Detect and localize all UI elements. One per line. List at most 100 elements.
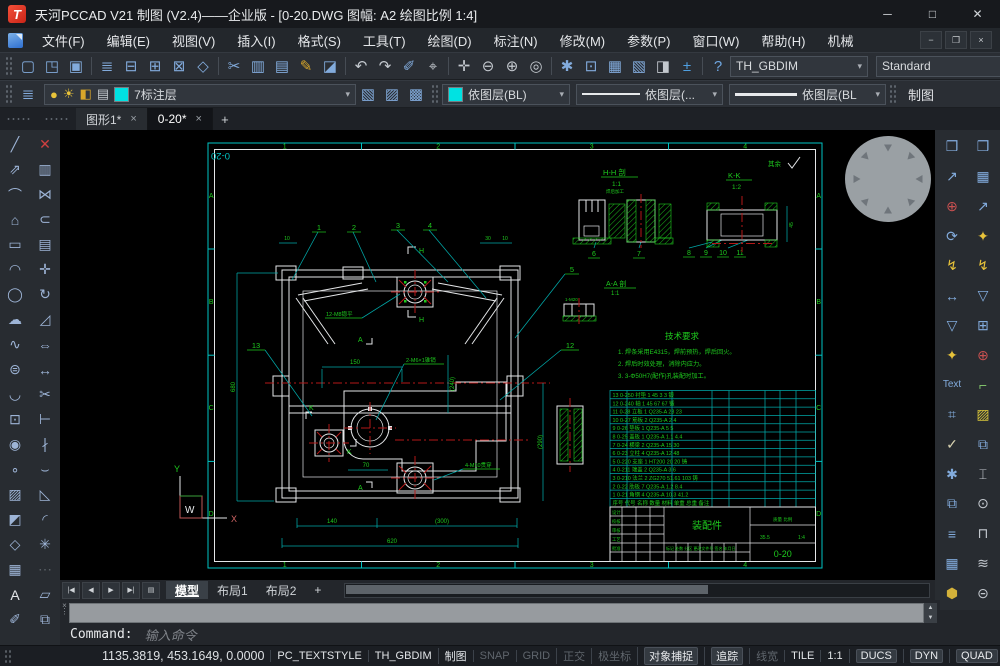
layer-previous-icon[interactable]: ▨ <box>380 82 404 106</box>
command-history[interactable] <box>69 603 924 623</box>
section-symbol-icon[interactable]: ⌗ <box>938 400 966 430</box>
color-picker-icon[interactable]: ✐ <box>397 54 421 78</box>
arc-3point-tool[interactable]: ◠ <box>2 257 28 282</box>
iso-blocks-icon[interactable]: ⬢ <box>938 578 966 608</box>
smart-wand-icon[interactable]: ✦ <box>938 340 966 370</box>
table-grid-icon[interactable]: ▦ <box>969 162 997 192</box>
save-file-icon[interactable]: ▣ <box>64 54 88 78</box>
navigation-wheel[interactable] <box>845 136 931 222</box>
cut-icon[interactable]: ✂ <box>222 54 246 78</box>
tolerance-pm-icon[interactable]: ± <box>675 54 699 78</box>
erase-tool[interactable]: ✕ <box>32 132 58 157</box>
lightning-dim-icon[interactable]: ↯ <box>969 251 997 281</box>
toggle-lineweight[interactable]: 线宽 <box>749 648 784 664</box>
menu-item[interactable]: 窗口(W) <box>681 31 750 50</box>
trim-tool[interactable]: ✂ <box>32 382 58 407</box>
format-painter-icon[interactable]: ✎ <box>294 54 318 78</box>
pan-icon[interactable]: ✛ <box>452 54 476 78</box>
block-editor-tool[interactable]: ⧉ <box>32 607 58 632</box>
table-tool[interactable]: ▦ <box>2 557 28 582</box>
tab-drawing1[interactable]: 图形1* × <box>76 108 148 130</box>
zoom-out-icon[interactable]: ⊖ <box>476 54 500 78</box>
rotate-tool[interactable]: ↻ <box>32 282 58 307</box>
new-document-tab-button[interactable]: + <box>213 108 237 130</box>
color-combo[interactable]: 依图层(BL) ▾ <box>442 84 570 105</box>
zoom-window-icon[interactable]: ⊕ <box>500 54 524 78</box>
select-window-icon[interactable]: ⌖ <box>421 54 445 78</box>
toolbar-separator[interactable] <box>702 57 703 75</box>
layer-combo[interactable]: ● ☀ ◧ ▤ 7标注层 ▾ <box>44 84 356 105</box>
revision-cloud-tool[interactable]: ☁ <box>2 307 28 332</box>
text-style-combo[interactable]: Standard <box>876 56 1000 77</box>
tab-layout1[interactable]: 布局1 <box>208 581 257 599</box>
sheet-list-button[interactable]: ▤ <box>142 582 160 599</box>
chamfer-tool[interactable]: ◺ <box>32 482 58 507</box>
menu-item[interactable]: 文件(F) <box>31 31 96 50</box>
donut-tool[interactable]: ◉ <box>2 432 28 457</box>
help-icon[interactable]: ? <box>706 54 730 78</box>
dim-style-combo[interactable]: TH_GBDIM ▾ <box>730 56 868 77</box>
toolbar-grip[interactable] <box>431 84 439 104</box>
toggle-grid[interactable]: GRID <box>516 650 557 662</box>
toggle-ortho[interactable]: 正交 <box>556 648 591 664</box>
leader-icon[interactable]: ↗ <box>938 162 966 192</box>
quick-select-icon[interactable]: ⊡ <box>579 54 603 78</box>
hatch-lines-icon[interactable]: ▨ <box>969 400 997 430</box>
minimize-button[interactable]: ─ <box>865 0 910 28</box>
last-sheet-button[interactable]: ▶| <box>122 582 140 599</box>
move-tool[interactable]: ✛ <box>32 257 58 282</box>
text-tool[interactable]: Text <box>938 370 966 400</box>
hatch-tool[interactable]: ▨ <box>2 482 28 507</box>
spring-part-icon[interactable]: ≋ <box>969 549 997 579</box>
viewport-icon[interactable]: ❒ <box>938 132 966 162</box>
next-sheet-button[interactable]: ▶ <box>102 582 120 599</box>
first-sheet-button[interactable]: |◀ <box>62 582 80 599</box>
scrollbar-thumb[interactable] <box>346 585 708 594</box>
construction-line-tool[interactable]: ⇗ <box>2 157 28 182</box>
eraser-icon[interactable]: ◨ <box>651 54 675 78</box>
leader3-icon[interactable]: ↗ <box>969 192 997 222</box>
tab-add-layout[interactable]: + <box>305 581 330 599</box>
redo-icon[interactable]: ↷ <box>373 54 397 78</box>
horizontal-scrollbar[interactable] <box>344 583 930 598</box>
prev-sheet-button[interactable]: ◀ <box>82 582 100 599</box>
layer-freeze-sun-icon[interactable]: ☀ <box>63 86 75 102</box>
menu-item[interactable]: 工具(T) <box>352 31 417 50</box>
bom-table-icon[interactable]: ▦ <box>938 549 966 579</box>
roughness-icon[interactable]: ▽ <box>938 311 966 341</box>
point-tool[interactable]: ∘ <box>2 457 28 482</box>
toggle-tile[interactable]: TILE <box>784 650 820 662</box>
document-icon[interactable] <box>8 33 23 48</box>
lineweight-combo[interactable]: 依图层(BL ▾ <box>729 84 886 105</box>
toolbar-separator[interactable] <box>551 57 552 75</box>
new-layer-icon[interactable]: ▧ <box>356 82 380 106</box>
lengthen-tool[interactable]: ↔ <box>32 357 58 382</box>
layer-lock-icon[interactable]: ◧ <box>80 86 92 102</box>
scroll-down-icon[interactable]: ▼ <box>928 615 934 621</box>
viewport2-icon[interactable]: ❒ <box>969 132 997 162</box>
paste-icon[interactable]: ▤ <box>270 54 294 78</box>
properties-panel-icon[interactable]: ▦ <box>603 54 627 78</box>
rectangle-tool[interactable]: ▭ <box>2 232 28 257</box>
toolbar-grip[interactable] <box>5 56 13 76</box>
toggle-quad[interactable]: QUAD <box>949 649 1000 663</box>
panel-layout-icon[interactable]: ▧ <box>627 54 651 78</box>
boundary-tool[interactable]: ◇ <box>2 532 28 557</box>
copy-tool[interactable]: ▥ <box>32 157 58 182</box>
menu-item[interactable]: 机械 <box>816 31 864 50</box>
centerline-icon[interactable]: ≡ <box>938 519 966 549</box>
gradient-tool[interactable]: ◩ <box>2 507 28 532</box>
toolbar-separator[interactable] <box>448 57 449 75</box>
toolbar-grip[interactable]: ⋯ <box>32 557 58 582</box>
command-history-scrollbar[interactable]: ▲ ▼ <box>924 603 937 623</box>
ellipse-tool[interactable]: ⊜ <box>2 357 28 382</box>
publish-icon[interactable]: ⊞ <box>143 54 167 78</box>
mirror-tool[interactable]: ⋈ <box>32 182 58 207</box>
menu-item[interactable]: 视图(V) <box>161 31 226 50</box>
batch-plot-icon[interactable]: ⊠ <box>167 54 191 78</box>
zoom-extents-icon[interactable]: ◎ <box>524 54 548 78</box>
bracket-part-icon[interactable]: ⊓ <box>969 519 997 549</box>
roughness2-icon[interactable]: ▽ <box>969 281 997 311</box>
toolbar-separator[interactable] <box>91 57 92 75</box>
center-mark-icon[interactable]: ⊕ <box>969 340 997 370</box>
